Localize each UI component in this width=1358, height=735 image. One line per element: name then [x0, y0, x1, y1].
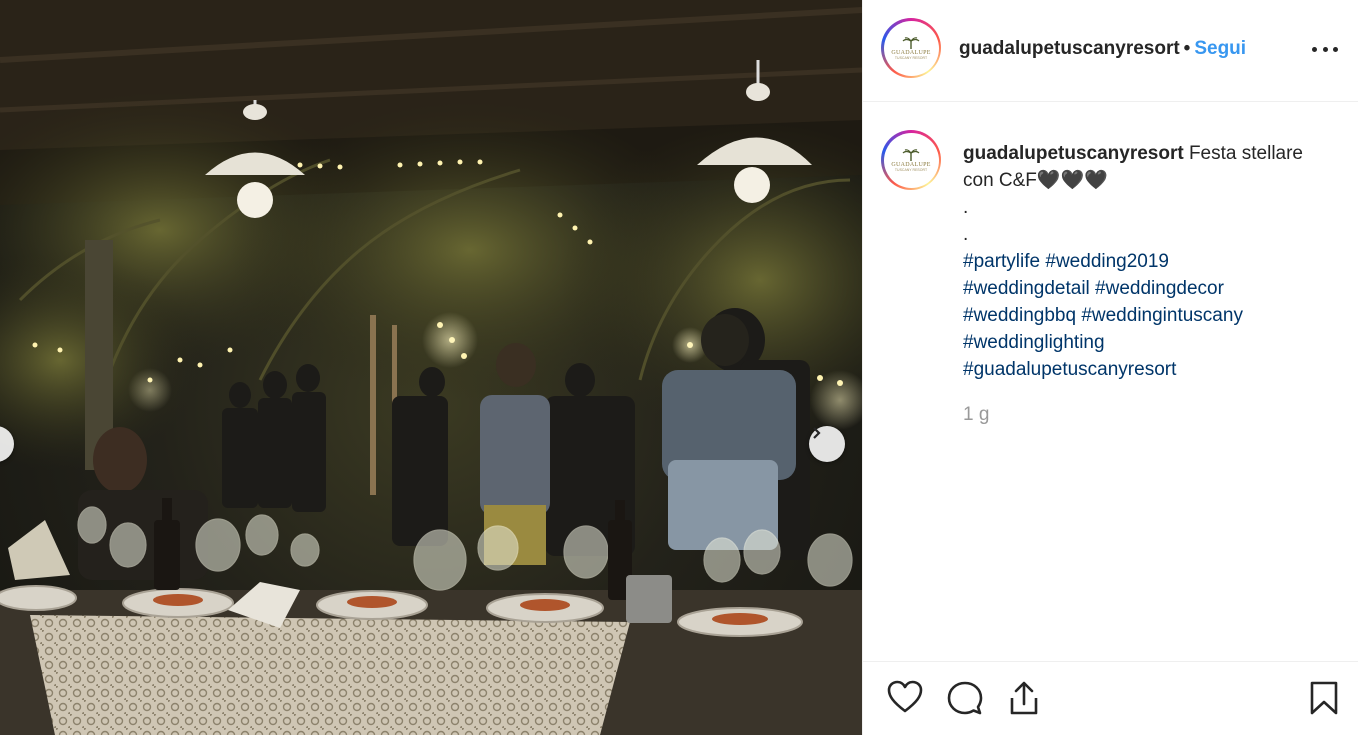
palm-logo-icon	[902, 36, 920, 49]
hashtag-link[interactable]: #weddingintuscany	[1081, 305, 1243, 326]
hashtag-link[interactable]: #weddingdecor	[1095, 278, 1224, 299]
save-button[interactable]	[1309, 680, 1339, 721]
party-scene-image	[0, 0, 862, 735]
share-icon	[1010, 681, 1038, 715]
hashtag-line: #weddingbbq #weddingintuscany	[963, 302, 1333, 329]
hashtag-link[interactable]: #weddinglighting	[963, 332, 1105, 353]
follow-button[interactable]: Segui	[1194, 38, 1246, 59]
heart-icon	[887, 680, 923, 713]
post-photo[interactable]	[0, 0, 862, 735]
comment-icon	[947, 681, 983, 715]
caption-dot: .	[963, 224, 969, 245]
header-username-link[interactable]: guadalupetuscanyresort	[959, 38, 1180, 59]
logo-subtitle: TUSCANY RESORT	[894, 55, 928, 60]
profile-avatar[interactable]: GUADALUPE TUSCANY RESORT	[881, 18, 941, 78]
more-options-icon[interactable]	[1312, 38, 1338, 60]
action-bar	[863, 661, 1358, 735]
palm-logo-icon	[902, 148, 920, 161]
chevron-right-icon	[813, 427, 821, 439]
hashtag-link[interactable]: #guadalupetuscanyresort	[963, 359, 1176, 380]
like-button[interactable]	[887, 680, 923, 719]
post-timestamp[interactable]: 1 g	[963, 404, 989, 426]
next-image-button[interactable]	[809, 426, 845, 462]
post-sidebar: GUADALUPE TUSCANY RESORT guadalupetuscan…	[862, 0, 1358, 735]
share-button[interactable]	[1007, 680, 1041, 721]
hashtag-link[interactable]: #wedding2019	[1045, 251, 1169, 272]
bookmark-icon	[1310, 681, 1338, 715]
header-account-line: guadalupetuscanyresort • Segui	[959, 38, 1246, 60]
separator-dot: •	[1183, 38, 1191, 59]
hashtag-line: #weddingdetail #weddingdecor	[963, 275, 1333, 302]
hashtag-link[interactable]: #weddingdetail	[963, 278, 1090, 299]
logo-subtitle: TUSCANY RESORT	[894, 167, 928, 172]
hashtag-line: #guadalupetuscanyresort	[963, 356, 1333, 383]
hashtag-line: #weddinglighting	[963, 329, 1333, 356]
caption-first-line: guadalupetuscanyresort Festa stellare co…	[963, 140, 1333, 194]
post-caption: guadalupetuscanyresort Festa stellare co…	[963, 140, 1333, 383]
comment-button[interactable]	[947, 680, 983, 721]
caption-avatar[interactable]: GUADALUPE TUSCANY RESORT	[881, 130, 941, 190]
caption-dot: .	[963, 197, 969, 218]
post-header: GUADALUPE TUSCANY RESORT guadalupetuscan…	[863, 0, 1358, 102]
hashtag-line: #partylife #wedding2019	[963, 248, 1333, 275]
hashtag-link[interactable]: #partylife	[963, 251, 1040, 272]
hashtag-link[interactable]: #weddingbbq	[963, 305, 1076, 326]
caption-username-link[interactable]: guadalupetuscanyresort	[963, 143, 1184, 164]
